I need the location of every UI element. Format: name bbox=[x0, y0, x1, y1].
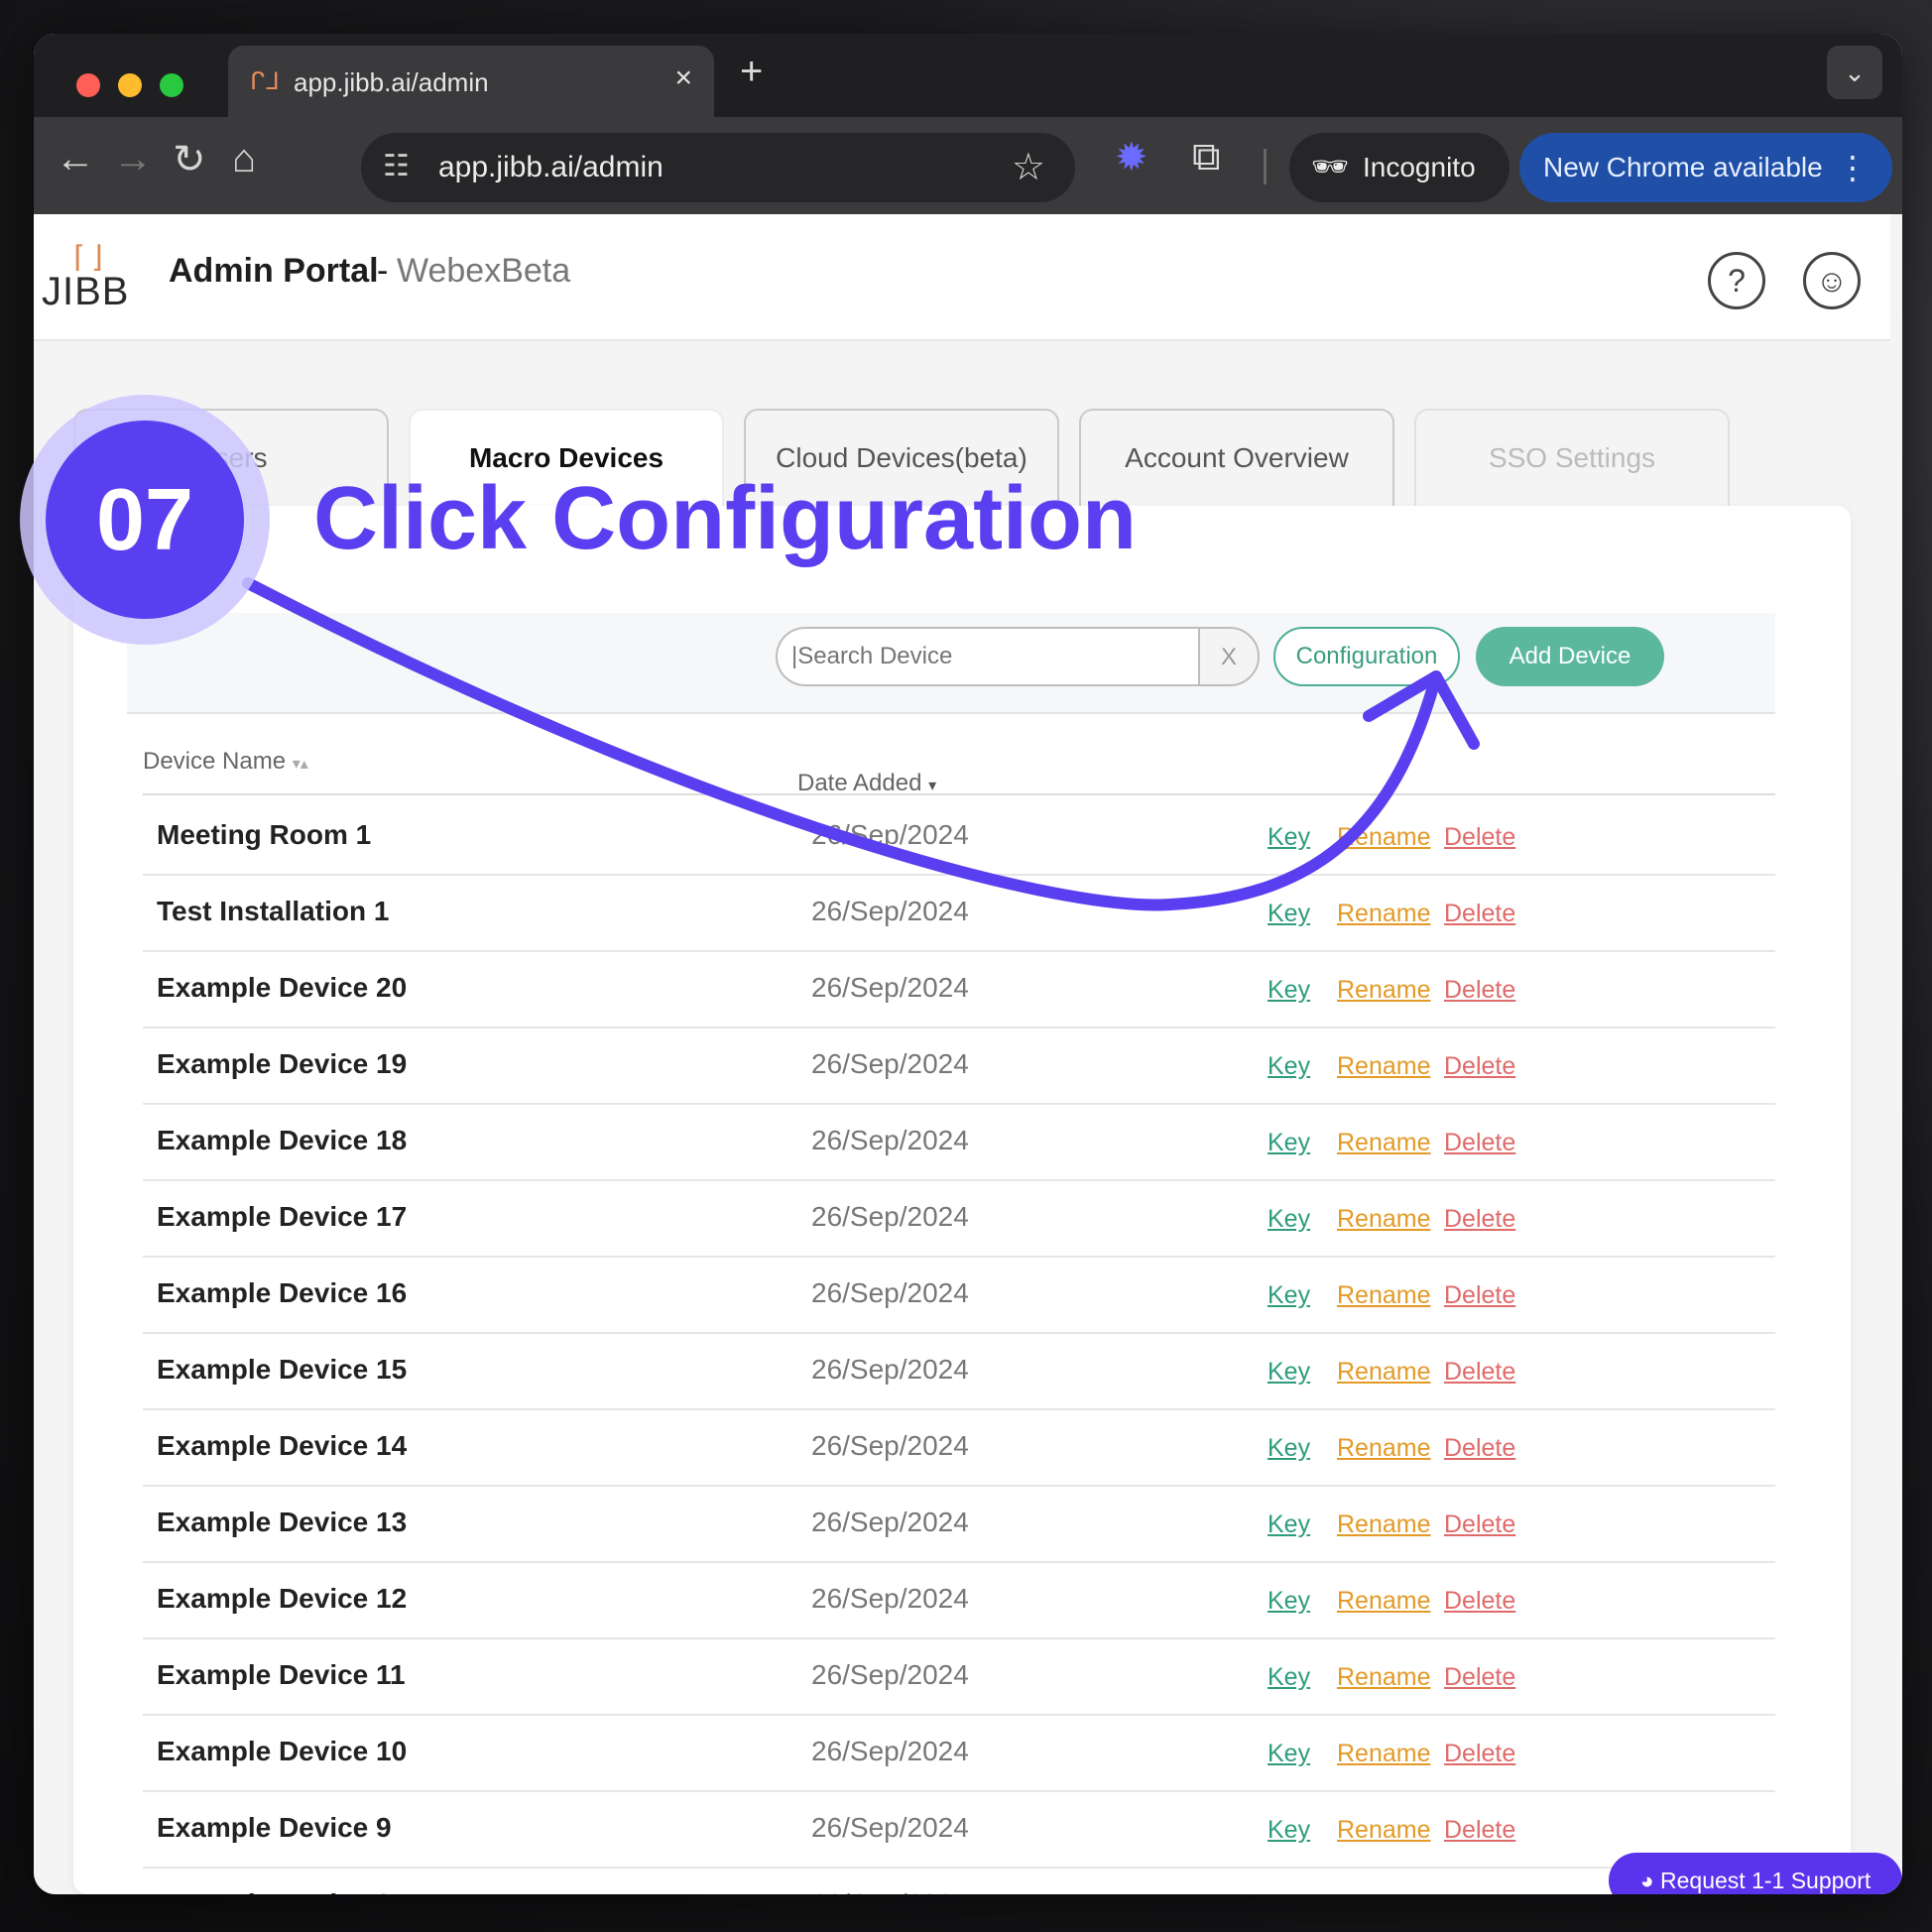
step-instruction: Click Configuration bbox=[313, 469, 1137, 568]
step-number-badge: 07 bbox=[46, 421, 244, 619]
tutorial-arrow bbox=[242, 577, 1480, 911]
